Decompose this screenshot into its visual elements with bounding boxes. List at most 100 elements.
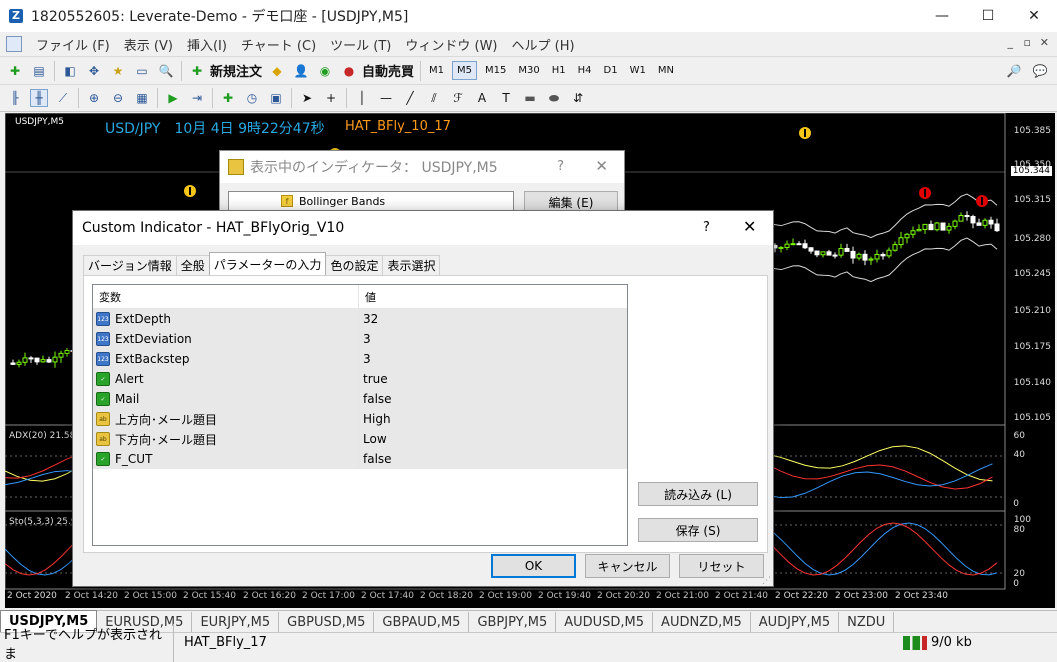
tab-general[interactable]: 全般 <box>175 255 210 275</box>
templates-icon[interactable]: ▣ <box>267 89 285 107</box>
tab-nzdu[interactable]: NZDU <box>839 612 895 632</box>
search-icon[interactable]: 🔎 <box>1005 62 1023 80</box>
new-order-button[interactable]: 新規注文 <box>210 61 262 80</box>
tile-windows-icon[interactable]: ▦ <box>133 89 151 107</box>
crosshair-icon[interactable]: + <box>322 89 340 107</box>
menu-tools[interactable]: ツール (T) <box>330 35 391 54</box>
new-chart-icon[interactable]: ✚ <box>6 62 24 80</box>
table-row[interactable]: 123 ExtDeviation 3 <box>93 329 627 349</box>
trendline-icon[interactable]: ╱ <box>401 89 419 107</box>
line-chart-icon[interactable]: ⟋ <box>54 89 72 107</box>
load-button[interactable]: 読み込み (L) <box>638 482 758 506</box>
table-row[interactable]: 123 ExtDepth 32 <box>93 309 627 329</box>
chart-shift-icon[interactable]: ⇥ <box>188 89 206 107</box>
minimize-icon[interactable]: — <box>919 0 965 32</box>
text-icon[interactable]: A <box>473 89 491 107</box>
reset-button[interactable]: リセット <box>679 554 764 578</box>
table-row[interactable]: ab 下方向･メール題目 Low <box>93 429 627 449</box>
table-row[interactable]: ✓ Alert true <box>93 369 627 389</box>
cursor-icon[interactable]: ➤ <box>298 89 316 107</box>
param-value[interactable]: High <box>359 412 391 426</box>
tf-m15[interactable]: M15 <box>481 62 510 79</box>
text-label-icon[interactable]: T <box>497 89 515 107</box>
close-icon[interactable]: ✕ <box>743 217 756 236</box>
navigator-icon[interactable]: ★ <box>109 62 127 80</box>
menu-view[interactable]: 表示 (V) <box>124 35 173 54</box>
tf-w1[interactable]: W1 <box>626 62 650 79</box>
param-value[interactable]: 3 <box>359 332 371 346</box>
tf-m1[interactable]: M1 <box>425 62 448 79</box>
close-icon[interactable]: ✕ <box>1011 0 1057 32</box>
tab-visualization[interactable]: 表示選択 <box>382 255 441 275</box>
community-icon[interactable]: 👤 <box>292 62 310 80</box>
tab-inputs[interactable]: パラメーターの入力 <box>208 252 327 275</box>
table-row[interactable]: ✓ F_CUT false <box>93 449 627 469</box>
tf-m5[interactable]: M5 <box>452 61 478 80</box>
vertical-line-icon[interactable]: │ <box>353 89 371 107</box>
close-icon[interactable]: ✕ <box>595 157 608 175</box>
new-order-icon[interactable]: ✚ <box>188 62 206 80</box>
auto-trading-button[interactable]: 自動売買 <box>362 61 414 80</box>
tab-gbpjpy-m5[interactable]: GBPJPY,M5 <box>469 612 557 632</box>
terminal-icon[interactable]: ▭ <box>133 62 151 80</box>
candle-chart-icon[interactable]: ╫ <box>30 89 48 107</box>
table-row[interactable]: 123 ExtBackstep 3 <box>93 349 627 369</box>
tab-audusd-m5[interactable]: AUDUSD,M5 <box>556 612 654 632</box>
column-header-variable[interactable]: 変数 <box>93 285 359 308</box>
periods-icon[interactable]: ◷ <box>243 89 261 107</box>
help-icon[interactable]: ? <box>557 159 564 174</box>
metaeditor-icon[interactable]: ◆ <box>268 62 286 80</box>
param-value[interactable]: false <box>359 392 392 406</box>
param-value[interactable]: 32 <box>359 312 378 326</box>
zoom-out-icon[interactable]: ⊖ <box>109 89 127 107</box>
tab-version[interactable]: バージョン情報 <box>83 255 177 275</box>
table-row[interactable]: ab 上方向･メール題目 High <box>93 409 627 429</box>
param-value[interactable]: 3 <box>359 352 371 366</box>
param-value[interactable]: Low <box>359 432 387 446</box>
indicators-icon[interactable]: ✚ <box>219 89 237 107</box>
tester-icon[interactable]: 🔍 <box>157 62 175 80</box>
tab-gbpusd-m5[interactable]: GBPUSD,M5 <box>279 612 375 632</box>
bar-chart-icon[interactable]: ╟ <box>6 89 24 107</box>
tab-eurjpy-m5[interactable]: EURJPY,M5 <box>192 612 280 632</box>
ok-button[interactable]: OK <box>491 554 576 578</box>
tf-m30[interactable]: M30 <box>514 62 543 79</box>
market-watch-icon[interactable]: ◧ <box>61 62 79 80</box>
menu-chart[interactable]: チャート (C) <box>241 35 316 54</box>
menu-window[interactable]: ウィンドウ (W) <box>405 35 497 54</box>
tab-audjpy-m5[interactable]: AUDJPY,M5 <box>751 612 840 632</box>
zoom-in-icon[interactable]: ⊕ <box>85 89 103 107</box>
column-header-value[interactable]: 値 <box>359 285 376 308</box>
child-close-icon[interactable]: ✕ <box>1040 36 1049 49</box>
child-window-icon[interactable] <box>6 36 22 52</box>
menu-help[interactable]: ヘルプ (H) <box>512 35 575 54</box>
indicator-list-item[interactable]: f Bollinger Bands <box>228 191 514 211</box>
save-button[interactable]: 保存 (S) <box>638 518 758 542</box>
tab-audnzd-m5[interactable]: AUDNZD,M5 <box>653 612 751 632</box>
rectangle-icon[interactable]: ▬ <box>521 89 539 107</box>
cancel-button[interactable]: キャンセル <box>585 554 670 578</box>
ellipse-icon[interactable]: ⬬ <box>545 89 563 107</box>
tf-mn[interactable]: MN <box>654 62 678 79</box>
fibonacci-icon[interactable]: ℱ <box>449 89 467 107</box>
profiles-icon[interactable]: ▤ <box>30 62 48 80</box>
horizontal-line-icon[interactable]: — <box>377 89 395 107</box>
tf-h1[interactable]: H1 <box>548 62 570 79</box>
maximize-icon[interactable]: ☐ <box>965 0 1011 32</box>
signals-icon[interactable]: ◉ <box>316 62 334 80</box>
tab-colors[interactable]: 色の設定 <box>325 255 384 275</box>
arrows-icon[interactable]: ⇵ <box>569 89 587 107</box>
child-restore-icon[interactable]: ▫ <box>1024 36 1031 49</box>
tf-h4[interactable]: H4 <box>574 62 596 79</box>
chat-icon[interactable]: 💬 <box>1031 62 1049 80</box>
tab-gbpaud-m5[interactable]: GBPAUD,M5 <box>374 612 470 632</box>
param-value[interactable]: true <box>359 372 388 386</box>
table-row[interactable]: ✓ Mail false <box>93 389 627 409</box>
help-icon[interactable]: ? <box>703 220 710 235</box>
auto-trading-icon[interactable]: ● <box>340 62 358 80</box>
data-window-icon[interactable]: ✥ <box>85 62 103 80</box>
auto-scroll-icon[interactable]: ▶ <box>164 89 182 107</box>
menu-file[interactable]: ファイル (F) <box>36 35 110 54</box>
channel-icon[interactable]: ⫽ <box>425 89 443 107</box>
resize-grip[interactable]: ⋰ <box>762 576 771 586</box>
